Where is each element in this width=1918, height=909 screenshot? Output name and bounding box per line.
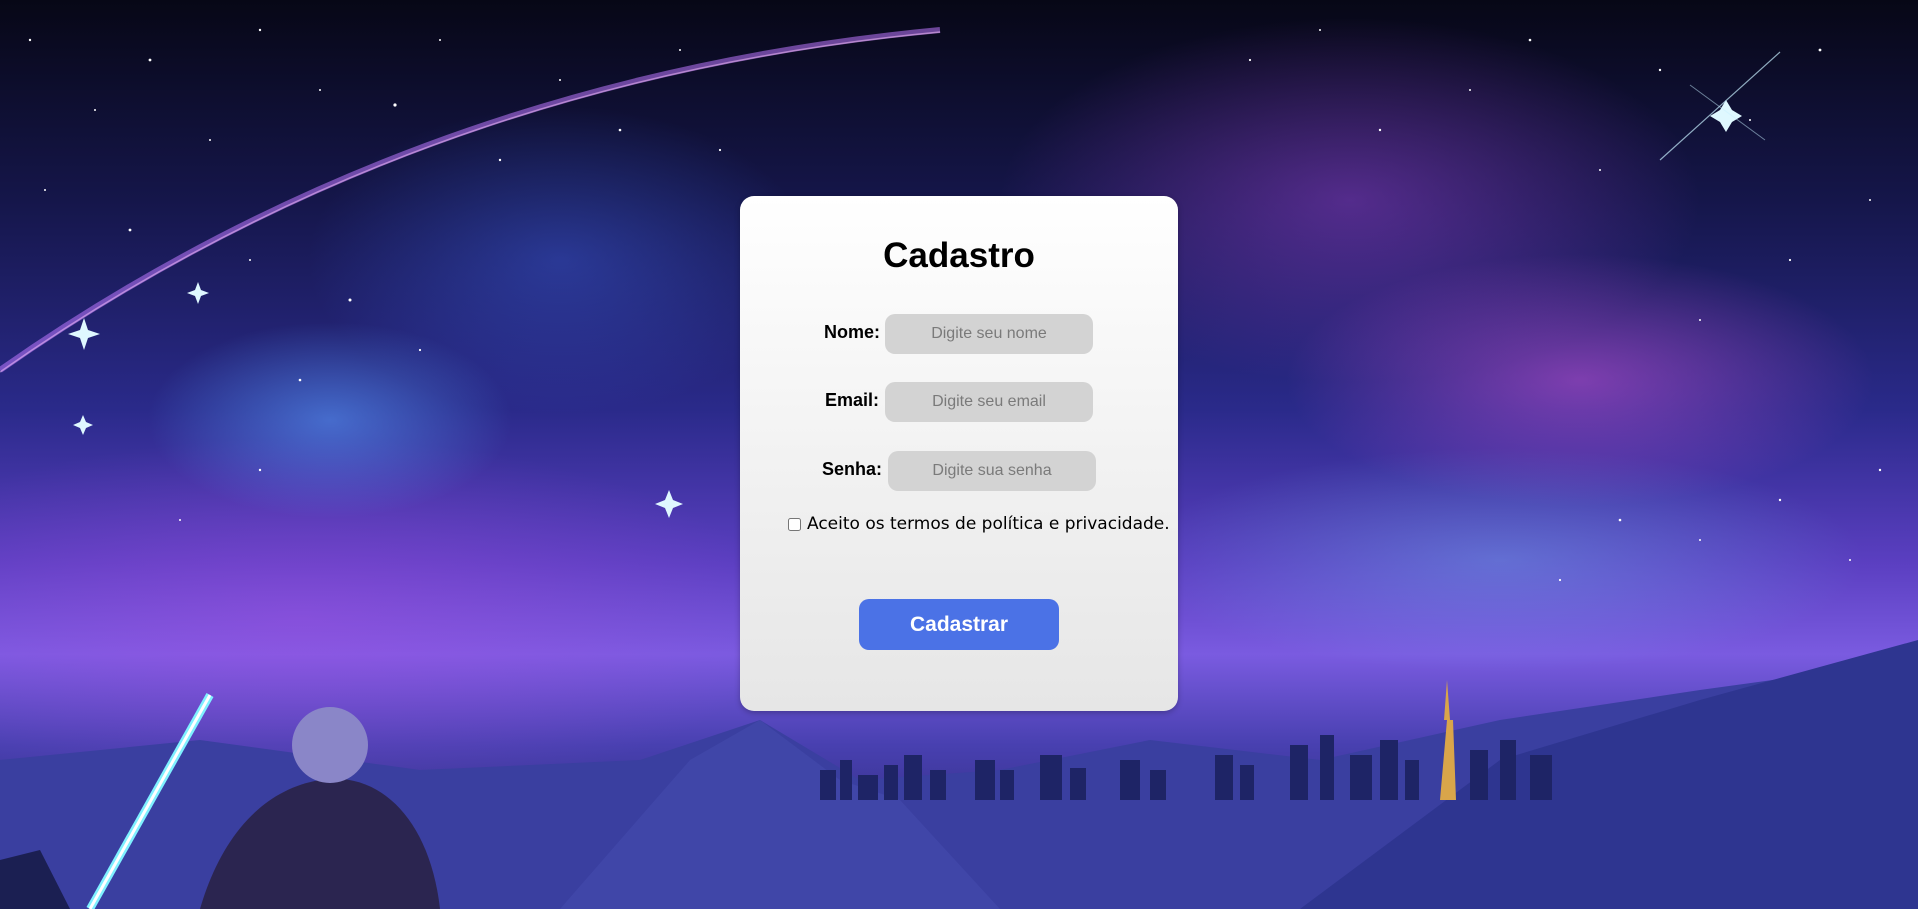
email-label: Email: [825, 390, 880, 410]
register-card: Cadastro Nome: Email: Senha: Aceito os t… [740, 196, 1178, 711]
form-title: Cadastro [883, 236, 1035, 275]
terms-label: Aceito os termos de política e privacida… [807, 514, 1170, 534]
register-button[interactable]: Cadastrar [859, 599, 1059, 650]
email-input[interactable] [885, 382, 1093, 422]
name-input[interactable] [885, 314, 1093, 354]
name-label: Nome: [824, 322, 881, 342]
terms-checkbox[interactable] [788, 517, 801, 531]
password-input[interactable] [888, 451, 1096, 491]
terms-row: Aceito os termos de política e privacida… [788, 514, 1170, 534]
password-label: Senha: [822, 459, 883, 479]
